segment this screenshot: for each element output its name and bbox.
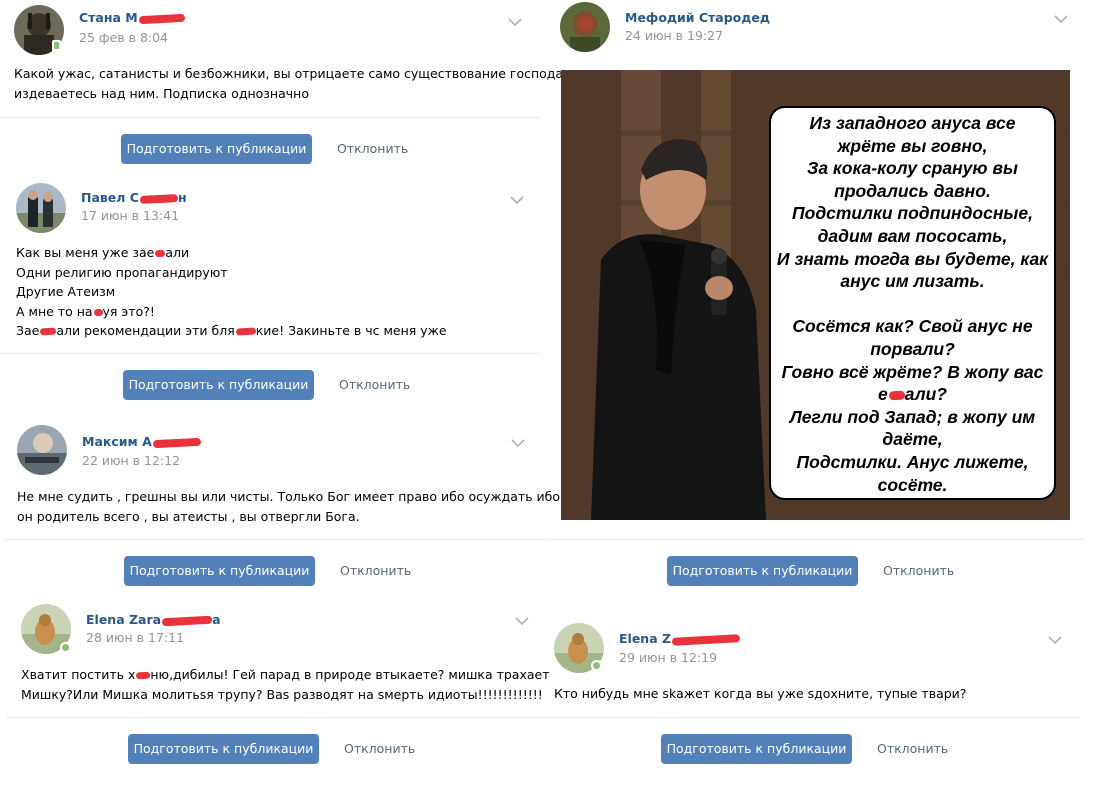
redaction-mark [671, 633, 741, 646]
post-text: Как вы меня уже зае али Одни религию проп… [16, 245, 447, 338]
author-name[interactable]: Elena Zara a [86, 612, 221, 627]
chevron-down-icon[interactable] [1054, 14, 1068, 24]
redaction-mark [235, 327, 256, 336]
chevron-down-icon[interactable] [511, 438, 525, 448]
post-text: Не мне судить , грешны вы или чисты. Тол… [17, 489, 561, 524]
divider [4, 539, 545, 540]
chevron-down-icon[interactable] [515, 616, 529, 626]
divider [0, 117, 541, 118]
reject-button[interactable]: Отклонить [340, 556, 411, 586]
avatar[interactable] [560, 2, 610, 52]
author-name[interactable]: Стана М [79, 10, 185, 25]
divider [0, 353, 541, 354]
post-date[interactable]: 24 июн в 19:27 [625, 28, 723, 43]
author-name[interactable]: Мефодий Стародед [625, 10, 770, 25]
post-3: Максим А 22 июн в 12:12 Не мне судить , … [0, 420, 560, 570]
divider [6, 717, 546, 718]
redaction-mark [93, 308, 103, 316]
post-text: Какой ужас, сатанисты и безбожники, вы о… [14, 66, 568, 101]
prepare-publication-button[interactable]: Подготовить к публикации [121, 134, 312, 164]
post-2: Павел Сн 17 июн в 13:41 Как вы меня уже … [0, 175, 545, 355]
post-date[interactable]: 22 июн в 12:12 [82, 453, 180, 468]
prepare-publication-button[interactable]: Подготовить к публикации [661, 734, 852, 764]
redaction-mark [139, 193, 179, 204]
redaction-mark [136, 671, 151, 680]
prepare-publication-button[interactable]: Подготовить к публикации [124, 556, 315, 586]
prepare-publication-button[interactable]: Подготовить к публикации [123, 370, 314, 400]
redaction-mark [152, 437, 201, 448]
post-text: Хватит постить х ню,дибилы! Гей парад в п… [21, 667, 550, 702]
prepare-publication-button[interactable]: Подготовить к публикации [667, 556, 858, 586]
post-date[interactable]: 29 июн в 12:19 [619, 650, 717, 665]
online-dot-icon [591, 660, 602, 671]
chevron-down-icon[interactable] [510, 195, 524, 205]
redaction-mark [161, 615, 213, 626]
meme-image[interactable]: Из западного ануса все жрёте вы говно, З… [561, 70, 1070, 520]
author-name[interactable]: Elena Z [619, 631, 741, 646]
redaction-mark [888, 390, 905, 401]
redaction-mark [40, 327, 57, 336]
prepare-publication-button[interactable]: Подготовить к публикации [128, 734, 319, 764]
reject-button[interactable]: Отклонить [337, 134, 408, 164]
chevron-down-icon[interactable] [508, 17, 522, 27]
redaction-mark [138, 13, 185, 24]
avatar[interactable] [17, 425, 67, 475]
divider [547, 717, 1079, 718]
post-5: Мефодий Стародед 24 июн в 19:27 [545, 0, 1119, 70]
author-name[interactable]: Максим А [82, 434, 201, 449]
online-mobile-icon [52, 40, 61, 52]
chevron-down-icon[interactable] [1048, 635, 1062, 645]
reject-button[interactable]: Отклонить [344, 734, 415, 764]
author-name[interactable]: Павел Сн [81, 190, 187, 205]
post-text: Кто нибудь мне skажет когда вы уже sдохн… [554, 686, 967, 701]
post-date[interactable]: 28 июн в 17:11 [86, 630, 184, 645]
redaction-mark [155, 249, 166, 258]
reject-button[interactable]: Отклонить [877, 734, 948, 764]
divider [547, 539, 1085, 540]
post-6: Elena Z 29 июн в 12:19 Кто нибудь мне sk… [545, 615, 1119, 715]
online-dot-icon [60, 642, 71, 653]
post-date[interactable]: 25 фев в 8:04 [79, 30, 168, 45]
reject-button[interactable]: Отклонить [339, 370, 410, 400]
avatar[interactable] [16, 183, 66, 233]
meme-caption: Из западного ануса все жрёте вы говно, З… [776, 113, 1049, 495]
reject-button[interactable]: Отклонить [883, 556, 954, 586]
post-date[interactable]: 17 июн в 13:41 [81, 208, 179, 223]
post-4: Elena Zara a 28 июн в 17:11 Хватит постит… [0, 600, 549, 720]
